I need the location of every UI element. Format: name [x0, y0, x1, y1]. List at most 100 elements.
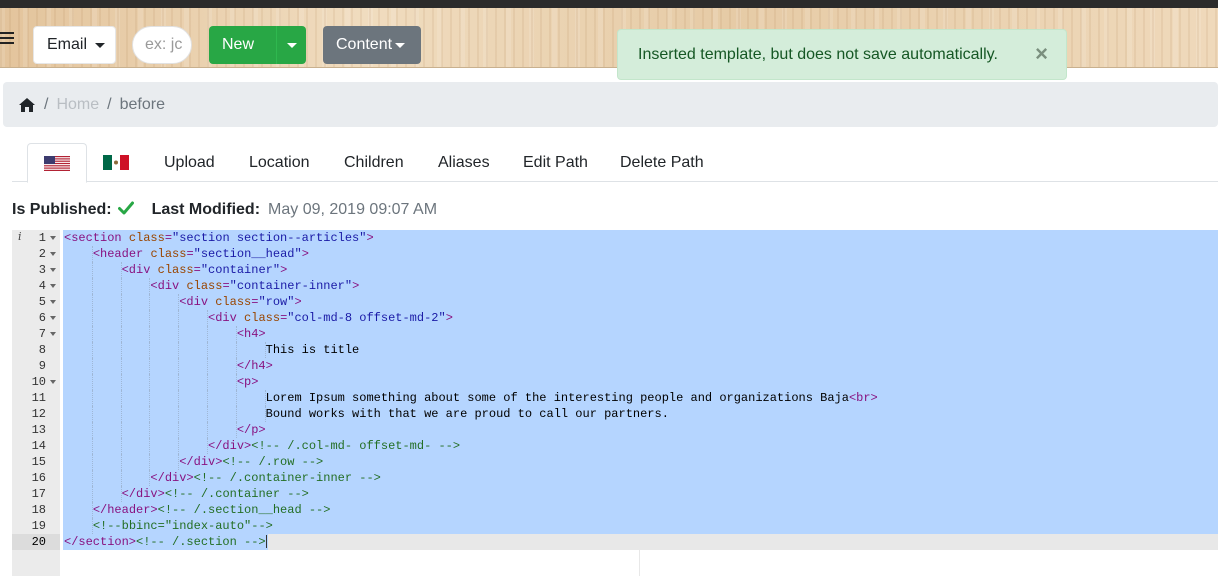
line-number: 5 [12, 294, 60, 310]
us-flag-icon [44, 155, 70, 171]
fold-arrow-icon[interactable] [50, 380, 56, 384]
code-line: </section><!-- /.section --> [64, 534, 1214, 550]
code-token: "section__head" [193, 247, 302, 261]
home-icon[interactable] [18, 97, 36, 113]
indent-guide [207, 406, 208, 422]
indent-guide [91, 358, 93, 374]
indent-guide [120, 278, 122, 294]
line-number-text: 4 [38, 279, 46, 293]
code-token: class [150, 247, 187, 261]
line-number: 15 [12, 454, 60, 470]
indent-guide [235, 374, 237, 390]
hamburger-menu-icon[interactable] [0, 30, 14, 44]
indent-guide [178, 390, 180, 406]
indent-guide [207, 358, 208, 374]
code-token: </section> [64, 535, 137, 549]
indent-guide [149, 326, 151, 342]
tab-language-us[interactable] [27, 143, 87, 183]
code-token: > [352, 279, 360, 293]
indent-guide [149, 422, 151, 438]
tab-edit-path[interactable]: Edit Path [523, 143, 588, 182]
indent-guide [91, 278, 93, 294]
fold-arrow-icon[interactable] [50, 300, 56, 304]
line-number-text: 13 [31, 423, 46, 437]
fold-arrow-icon[interactable] [50, 236, 56, 240]
code-line: <!--bbinc="index-auto"--> [64, 518, 1214, 534]
indent-guide [149, 294, 151, 310]
code-line: </header><!-- /.section__head --> [64, 502, 1214, 518]
line-number-text: 16 [31, 471, 46, 485]
code-token: "row" [258, 295, 295, 309]
line-number-text: 7 [38, 327, 46, 341]
code-token: class [244, 311, 281, 325]
code-token: Lorem Ipsum something about some of the … [265, 391, 849, 405]
chevron-down-icon [286, 42, 297, 48]
line-number: 12 [12, 406, 60, 422]
line-number: 17 [12, 486, 60, 502]
code-token: = [164, 231, 173, 245]
window-top-strip [0, 0, 1218, 8]
indent-guide [207, 342, 208, 358]
code-token: <div [179, 295, 209, 309]
indent-guide [91, 246, 93, 262]
indent-guide [178, 454, 180, 470]
line-number-text: 15 [31, 455, 46, 469]
tab-aliases[interactable]: Aliases [438, 143, 490, 182]
line-number: 13 [12, 422, 60, 438]
code-content[interactable]: <section class="section section--article… [64, 230, 1214, 550]
indent-guide [120, 358, 122, 374]
tab-children[interactable]: Children [344, 143, 404, 182]
breadcrumb-home-link[interactable]: Home [56, 96, 99, 114]
indent-guide [149, 278, 151, 294]
email-button-label: Email [47, 36, 88, 53]
new-button[interactable]: New [209, 26, 276, 64]
line-number: 10 [12, 374, 60, 390]
indent-guide [91, 262, 93, 278]
new-dropdown-toggle[interactable] [276, 26, 306, 64]
mexico-flag-icon [103, 155, 129, 170]
fold-arrow-icon[interactable] [50, 332, 56, 336]
close-icon[interactable]: × [1035, 43, 1048, 65]
editor-gutter: i 1 2 3 4 5 6 7 8 9 10 11 12 13 14 15 16 17 18 19 20 [12, 230, 60, 576]
tab-language-mx[interactable] [103, 143, 129, 182]
indent-guide [91, 310, 93, 326]
fold-arrow-icon[interactable] [50, 316, 56, 320]
code-line: <div class="row"> [64, 294, 1214, 310]
line-number-text: 17 [31, 487, 46, 501]
content-dropdown-button[interactable]: Content [323, 26, 421, 64]
search-input[interactable] [132, 26, 192, 64]
code-token: <section [64, 231, 122, 245]
indent-guide [149, 342, 151, 358]
line-number-text: 18 [31, 503, 46, 517]
code-token: <div [150, 279, 180, 293]
tab-upload[interactable]: Upload [164, 143, 215, 182]
indent-guide [149, 358, 151, 374]
code-editor[interactable]: i 1 2 3 4 5 6 7 8 9 10 11 12 13 14 15 16 17 18 19 20 <secti… [12, 230, 1218, 576]
code-line: <div class="container-inner"> [64, 278, 1214, 294]
tab-location[interactable]: Location [249, 143, 310, 182]
code-token: <!--bbinc="index-auto"--> [92, 519, 273, 533]
fold-arrow-icon[interactable] [50, 268, 56, 272]
indent-guide [91, 342, 93, 358]
code-token: > [280, 263, 288, 277]
code-token: "container" [200, 263, 281, 277]
line-number-text: 3 [38, 263, 46, 277]
tab-delete-path[interactable]: Delete Path [620, 143, 704, 182]
indent-guide [120, 438, 122, 454]
email-dropdown-button[interactable]: Email [33, 26, 116, 64]
code-token: = [193, 263, 201, 277]
line-number-text: 2 [38, 247, 46, 261]
indent-guide [178, 326, 180, 342]
indent-guide [178, 342, 180, 358]
fold-arrow-icon[interactable] [50, 252, 56, 256]
code-token: <!-- /.section --> [136, 535, 266, 549]
chevron-down-icon [395, 42, 406, 48]
fold-arrow-icon[interactable] [50, 284, 56, 288]
